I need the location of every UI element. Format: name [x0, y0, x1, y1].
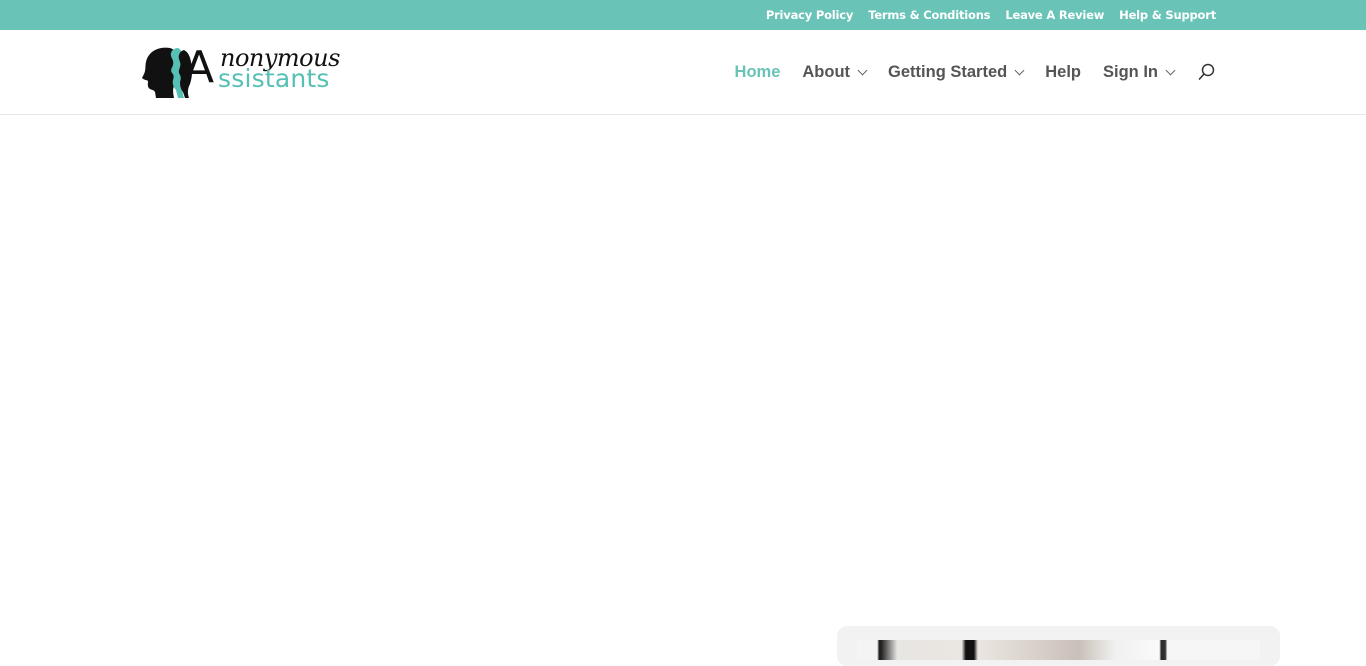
chevron-down-icon — [857, 65, 868, 76]
help-support-link[interactable]: Help & Support — [1119, 8, 1216, 22]
secondary-menu: Privacy Policy Terms & Conditions Leave … — [766, 0, 1216, 30]
nav-home-label: Home — [734, 62, 781, 81]
site-logo[interactable]: A nonymous ssistants — [140, 42, 340, 100]
leave-review-link[interactable]: Leave A Review — [1005, 8, 1104, 22]
nav-help-label: Help — [1045, 62, 1081, 81]
nav-about[interactable]: About — [802, 62, 868, 82]
main-header: A nonymous ssistants Home About Getting … — [0, 30, 1366, 115]
feature-card — [837, 626, 1280, 666]
logo-text-bottom: ssistants — [218, 64, 330, 93]
nav-about-label: About — [802, 62, 851, 81]
search-icon[interactable] — [1198, 63, 1216, 81]
privacy-policy-link[interactable]: Privacy Policy — [766, 8, 854, 22]
card-image — [857, 640, 1260, 660]
nav-getting-started-label: Getting Started — [888, 62, 1008, 81]
logo-initial: A — [184, 42, 215, 93]
nav-home[interactable]: Home — [735, 63, 781, 82]
nav-help[interactable]: Help — [1045, 63, 1081, 82]
chevron-down-icon — [1165, 65, 1176, 76]
chevron-down-icon — [1014, 65, 1025, 76]
nav-sign-in[interactable]: Sign In — [1103, 62, 1176, 82]
nav-sign-in-label: Sign In — [1103, 62, 1158, 81]
nav-getting-started[interactable]: Getting Started — [888, 62, 1025, 82]
top-bar: Privacy Policy Terms & Conditions Leave … — [0, 0, 1366, 30]
terms-conditions-link[interactable]: Terms & Conditions — [868, 8, 990, 22]
main-nav: Home About Getting Started Help Sign In — [735, 60, 1216, 84]
